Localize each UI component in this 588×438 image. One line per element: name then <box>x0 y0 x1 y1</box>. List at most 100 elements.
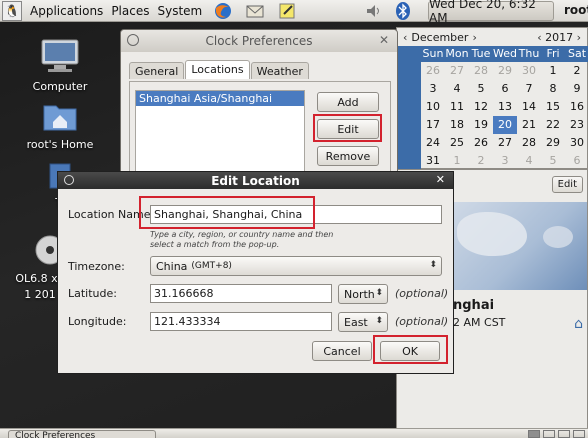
longitude-direction-select[interactable]: East ⬍ <box>338 312 388 332</box>
tab-locations[interactable]: Locations <box>185 60 250 79</box>
latitude-direction-select[interactable]: North ⬍ <box>338 284 388 304</box>
location-name-input[interactable]: Shanghai, Shanghai, China <box>150 205 442 224</box>
calendar-day[interactable]: 22 <box>541 116 565 134</box>
prev-month-button[interactable]: ‹ <box>403 31 407 44</box>
calendar-day[interactable]: 26 <box>469 134 493 152</box>
calendar-day[interactable]: 24 <box>421 134 445 152</box>
calendar-day[interactable]: 7 <box>517 80 541 98</box>
latitude-optional: (optional) <box>395 287 449 300</box>
menu-applications[interactable]: Applications <box>30 4 103 18</box>
calendar-day[interactable]: 20 <box>493 116 517 134</box>
calendar-edit-button[interactable]: Edit <box>551 176 583 193</box>
calendar-day[interactable]: 28 <box>469 62 493 80</box>
calendar-day[interactable]: 2 <box>565 62 588 80</box>
tab-general[interactable]: General <box>129 62 185 79</box>
calendar-day[interactable]: 2 <box>469 152 493 170</box>
tab-weather[interactable]: Weather <box>250 62 309 79</box>
bluetooth-icon[interactable] <box>394 1 412 21</box>
edit-button[interactable]: Edit <box>317 119 379 139</box>
calendar-day[interactable]: 18 <box>445 116 469 134</box>
workspace-switcher-1[interactable] <box>528 430 540 438</box>
calendar-day[interactable]: 28 <box>517 134 541 152</box>
workspace-switcher-3[interactable] <box>558 430 570 438</box>
menu-system[interactable]: System <box>157 4 202 18</box>
calendar-day[interactable]: 6 <box>493 80 517 98</box>
desktop-icon-home[interactable]: root's Home <box>20 100 100 151</box>
calendar-day[interactable]: 5 <box>541 152 565 170</box>
close-icon[interactable]: ✕ <box>379 33 389 47</box>
calendar-day[interactable]: 3 <box>493 152 517 170</box>
calendar-day[interactable]: 29 <box>541 134 565 152</box>
edit-location-dialog: Edit Location ✕ Location Name: Shanghai,… <box>57 171 454 374</box>
calendar-week-cell <box>397 134 421 152</box>
calendar-day[interactable]: 5 <box>469 80 493 98</box>
calendar-day[interactable]: 23 <box>565 116 588 134</box>
calendar-day[interactable]: 10 <box>421 98 445 116</box>
calendar-day[interactable]: 14 <box>517 98 541 116</box>
latitude-input[interactable]: 31.166668 <box>150 284 332 303</box>
calendar-month: December <box>411 30 469 44</box>
prev-year-button[interactable]: ‹ <box>537 31 541 44</box>
calendar-day[interactable]: 1 <box>541 62 565 80</box>
user-avatar-icon[interactable]: 🐧 <box>2 0 22 21</box>
calendar-weekday: Tue <box>469 46 493 62</box>
text-editor-icon[interactable] <box>276 2 298 20</box>
calendar-day[interactable]: 30 <box>517 62 541 80</box>
workspace-switcher-4[interactable] <box>573 430 585 438</box>
volume-icon[interactable] <box>364 2 384 20</box>
next-year-button[interactable]: › <box>577 31 581 44</box>
bottom-taskbar: Clock Preferences <box>0 428 588 438</box>
close-icon[interactable]: ✕ <box>436 173 445 186</box>
dialog-icon <box>64 175 74 185</box>
email-icon[interactable] <box>244 2 266 20</box>
calendar-day[interactable]: 4 <box>517 152 541 170</box>
calendar-day[interactable]: 1 <box>445 152 469 170</box>
window-titlebar: Clock Preferences ✕ <box>121 30 397 52</box>
calendar-weekday: Thu <box>517 46 541 62</box>
taskbar-window-button[interactable]: Clock Preferences <box>8 430 156 438</box>
longitude-input[interactable]: 121.433334 <box>150 312 332 331</box>
map-landmass <box>457 212 527 256</box>
calendar-day[interactable]: 6 <box>565 152 588 170</box>
ok-button[interactable]: OK <box>380 341 440 361</box>
workspace-switcher-2[interactable] <box>543 430 555 438</box>
user-name[interactable]: root <box>564 3 588 17</box>
calendar-day[interactable]: 8 <box>541 80 565 98</box>
calendar-day[interactable]: 3 <box>421 80 445 98</box>
calendar-day[interactable]: 27 <box>445 62 469 80</box>
desktop-icon-computer[interactable]: Computer <box>20 38 100 93</box>
calendar-day[interactable]: 16 <box>565 98 588 116</box>
calendar-day[interactable]: 12 <box>469 98 493 116</box>
calendar-day[interactable]: 31 <box>421 152 445 170</box>
calendar-day[interactable]: 9 <box>565 80 588 98</box>
firefox-icon[interactable] <box>212 2 234 20</box>
add-button[interactable]: Add <box>317 92 379 112</box>
panel-clock[interactable]: Wed Dec 20, 6:32 AM <box>428 0 554 25</box>
calendar-day[interactable]: 30 <box>565 134 588 152</box>
timezone-select[interactable]: China (GMT+8) ⬍ <box>150 256 442 276</box>
location-city: nghai <box>453 298 495 313</box>
longitude-label: Longitude: <box>68 315 127 328</box>
cancel-button[interactable]: Cancel <box>312 341 372 361</box>
remove-button[interactable]: Remove <box>317 146 379 166</box>
calendar-day[interactable]: 4 <box>445 80 469 98</box>
dialog-titlebar: Edit Location ✕ <box>58 172 453 189</box>
calendar-day[interactable]: 17 <box>421 116 445 134</box>
set-home-location-icon[interactable]: ⌂ <box>574 316 583 332</box>
calendar-day[interactable]: 15 <box>541 98 565 116</box>
calendar-weekday: Sun <box>421 46 445 62</box>
calendar-day[interactable]: 13 <box>493 98 517 116</box>
location-row[interactable]: Shanghai Asia/Shanghai <box>136 91 304 106</box>
calendar-day[interactable]: 19 <box>469 116 493 134</box>
latitude-direction-value: North <box>344 287 375 301</box>
calendar-day[interactable]: 26 <box>421 62 445 80</box>
calendar-day[interactable]: 25 <box>445 134 469 152</box>
calendar-day[interactable]: 21 <box>517 116 541 134</box>
menu-places[interactable]: Places <box>111 4 149 18</box>
window-title: Clock Preferences <box>205 34 313 48</box>
desktop-icon-label: root's Home <box>26 138 94 151</box>
calendar-day[interactable]: 29 <box>493 62 517 80</box>
next-month-button[interactable]: › <box>472 31 476 44</box>
calendar-day[interactable]: 27 <box>493 134 517 152</box>
calendar-day[interactable]: 11 <box>445 98 469 116</box>
